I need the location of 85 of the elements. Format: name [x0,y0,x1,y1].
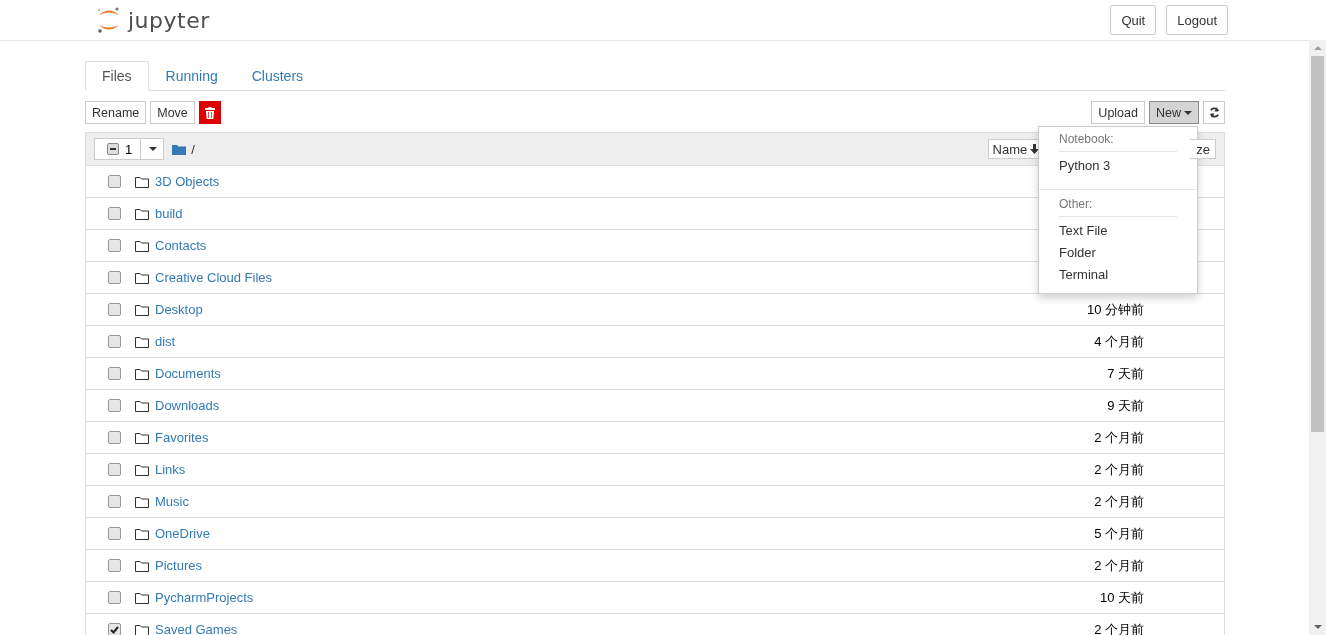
menu-item[interactable]: Python 3 [1039,156,1197,178]
modified-time: 10 天前 [1099,588,1144,607]
upload-button[interactable]: Upload [1091,101,1145,124]
logo-text: jupyter [128,7,210,33]
menu-item[interactable]: Folder [1039,243,1197,265]
row-checkbox[interactable] [108,303,121,316]
folder-icon [135,623,149,635]
folder-icon [172,143,187,155]
modified-time: 2 个月前 [1094,428,1144,447]
folder-icon [135,463,149,476]
new-dropdown-button[interactable]: New [1149,101,1199,124]
delete-button[interactable] [198,101,221,124]
row-checkbox[interactable] [108,623,121,635]
modified-time: 2 个月前 [1094,460,1144,479]
folder-link[interactable]: Creative Cloud Files [155,270,273,285]
folder-link[interactable]: build [155,206,183,221]
trash-icon [204,106,215,119]
folder-link[interactable]: Contacts [155,238,207,253]
scrollbar[interactable] [1309,40,1326,635]
folder-icon [135,271,149,284]
row-checkbox[interactable] [108,431,121,444]
partial-checkbox[interactable] [107,143,119,155]
row-checkbox[interactable] [108,207,121,220]
refresh-button[interactable] [1203,101,1225,124]
folder-link[interactable]: Links [155,462,186,477]
select-all-control[interactable]: 1 [94,138,165,160]
folder-icon [135,591,149,604]
row-checkbox[interactable] [108,367,121,380]
caret-icon [149,147,158,151]
modified-time: 9 天前 [1107,396,1144,415]
folder-icon [135,175,149,188]
folder-link[interactable]: Documents [155,366,221,381]
arrow-down-icon [1030,144,1040,154]
row-checkbox[interactable] [108,495,121,508]
row-checkbox[interactable] [108,239,121,252]
modified-time: 7 天前 [1107,364,1144,383]
row-checkbox[interactable] [108,463,121,476]
menu-heading: Notebook: [1058,131,1115,148]
folder-link[interactable]: Saved Games [155,622,238,635]
row-checkbox[interactable] [108,335,121,348]
modified-time: 4 个月前 [1094,332,1144,351]
row-checkbox[interactable] [108,527,121,540]
folder-icon [135,303,149,316]
row-checkbox[interactable] [108,559,121,572]
modified-time: 10 分钟前 [1086,300,1144,319]
modified-time: 2 个月前 [1094,556,1144,575]
menu-item[interactable]: Text File [1039,221,1197,243]
header-button[interactable]: Quit [1110,5,1157,35]
row-checkbox[interactable] [108,271,121,284]
modified-time: 2 个月前 [1094,620,1144,635]
row-checkbox[interactable] [108,175,121,188]
folder-icon [135,239,149,252]
menu-heading: Other: [1058,196,1094,213]
sort-size-button[interactable]: ze [1190,139,1216,159]
tab[interactable]: Running [148,61,235,91]
refresh-icon [1208,107,1220,118]
folder-link[interactable]: Downloads [155,398,220,413]
tab[interactable]: Files [85,61,149,91]
folder-icon [135,495,149,508]
folder-icon [135,559,149,572]
folder-icon [135,527,149,540]
row-checkbox[interactable] [108,399,121,412]
folder-link[interactable]: PycharmProjects [155,590,254,605]
folder-icon [135,207,149,220]
selected-count: 1 [125,141,133,157]
toolbar-button[interactable]: Rename [85,101,147,124]
toolbar-button[interactable]: Move [150,101,195,124]
modified-time: 5 个月前 [1094,524,1144,543]
folder-link[interactable]: 3D Objects [155,174,220,189]
folder-link[interactable]: dist [155,334,176,349]
tab[interactable]: Clusters [234,61,321,91]
breadcrumb-path[interactable]: / [191,141,195,157]
folder-link[interactable]: Favorites [155,430,209,445]
modified-time: 2 个月前 [1094,492,1144,511]
folder-link[interactable]: OneDrive [155,526,210,541]
row-checkbox[interactable] [108,591,121,604]
folder-icon [135,399,149,412]
menu-item[interactable]: Terminal [1039,265,1197,287]
folder-link[interactable]: Pictures [155,558,202,573]
folder-link[interactable]: Music [155,494,189,509]
folder-icon [135,431,149,444]
folder-icon [135,335,149,348]
header-button[interactable]: Logout [1166,5,1228,35]
folder-link[interactable]: Desktop [155,302,203,317]
folder-icon [135,367,149,380]
